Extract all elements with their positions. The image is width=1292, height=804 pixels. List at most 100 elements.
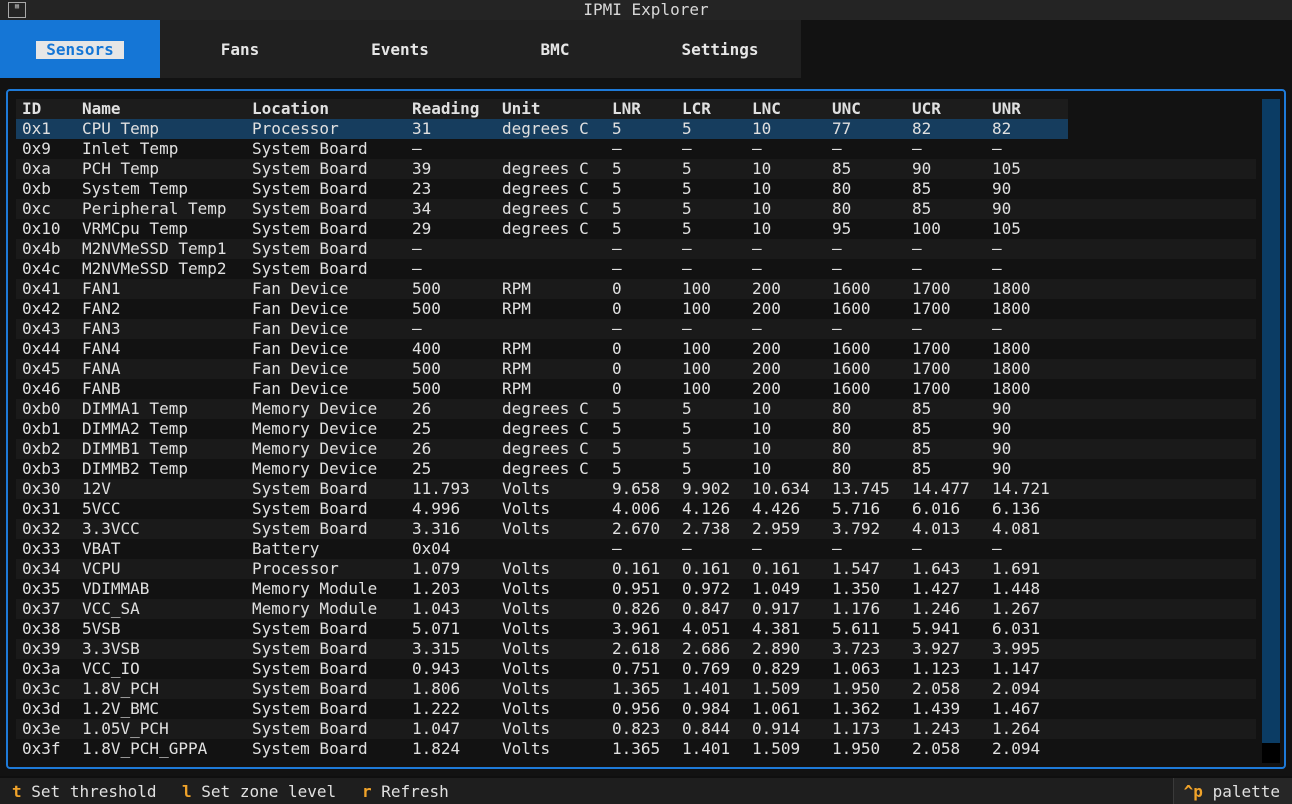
table-cell: 2.959 bbox=[752, 519, 801, 538]
command-palette-button[interactable]: ^p palette bbox=[1172, 778, 1292, 804]
table-row[interactable]: 0x44 FAN4 Fan Device 400 RPM 0 100 200 1600 1700 1… bbox=[16, 339, 1256, 359]
table-row[interactable]: 0x37 VCC_SA Memory Module 1.043 Volts 0.826 0.… bbox=[16, 599, 1256, 619]
table-row[interactable]: 0x3e 1.05V_PCH System Board 1.047 Volts 0.823… bbox=[16, 719, 1256, 739]
table-cell: 5.611 bbox=[832, 619, 881, 638]
column-header[interactable]: Name bbox=[82, 99, 121, 119]
binding-key: ^p bbox=[1183, 782, 1203, 801]
column-header[interactable]: UCR bbox=[912, 99, 941, 119]
table-cell: FAN1 bbox=[82, 279, 121, 298]
table-cell: 0.943 bbox=[412, 659, 461, 678]
table-row[interactable]: 0xb2 DIMMB1 Temp Memory Device 26 degrees C 5… bbox=[16, 439, 1256, 459]
column-header[interactable]: UNR bbox=[992, 99, 1021, 119]
binding-refresh[interactable]: r Refresh bbox=[362, 778, 449, 804]
table-row[interactable]: 0xb System Temp System Board 23 degrees C 5 5 1… bbox=[16, 179, 1256, 199]
table-cell: System Board bbox=[252, 699, 368, 718]
table-cell: Volts bbox=[502, 519, 551, 538]
column-header[interactable]: LNC bbox=[752, 99, 781, 119]
table-row[interactable]: 0x34 VCPU Processor 1.079 Volts 0.161 0.161 0.1… bbox=[16, 559, 1256, 579]
binding-key: r bbox=[362, 782, 372, 801]
table-row[interactable]: 0x4b M2NVMeSSD Temp1 System Board – – – – – – – bbox=[16, 239, 1256, 259]
table-cell: System Board bbox=[252, 259, 368, 278]
table-row[interactable]: 0x3c 1.8V_PCH System Board 1.806 Volts 1.365 1… bbox=[16, 679, 1256, 699]
table-row[interactable]: 0x3a VCC_IO System Board 0.943 Volts 0.751 0.7… bbox=[16, 659, 1256, 679]
table-row-selected[interactable]: 0x1 CPU Temp Processor 31 degrees C 5 5 10 77 82 8… bbox=[16, 119, 1068, 139]
table-cell: 1800 bbox=[992, 299, 1031, 318]
column-header[interactable]: UNC bbox=[832, 99, 861, 119]
table-cell: 1.950 bbox=[832, 679, 881, 698]
table-cell: 1.467 bbox=[992, 699, 1041, 718]
table-cell: 1.401 bbox=[682, 679, 731, 698]
table-row[interactable]: 0xb3 DIMMB2 Temp Memory Device 25 degrees C 5… bbox=[16, 459, 1256, 479]
table-cell: 3.3VSB bbox=[82, 639, 140, 658]
table-cell: 2.618 bbox=[612, 639, 661, 658]
table-cell: – bbox=[682, 539, 692, 558]
table-row[interactable]: 0x43 FAN3 Fan Device – – – – – – – bbox=[16, 319, 1256, 339]
tab-sensors[interactable]: Sensors bbox=[0, 20, 160, 78]
table-cell: 0.161 bbox=[612, 559, 661, 578]
table-cell: 10 bbox=[752, 419, 772, 438]
tab-settings[interactable]: Settings bbox=[630, 20, 810, 78]
table-cell: 1.8V_PCH_GPPA bbox=[82, 739, 208, 758]
table-row[interactable]: 0x35 VDIMMAB Memory Module 1.203 Volts 0.951 0… bbox=[16, 579, 1256, 599]
table-cell: – bbox=[912, 139, 922, 158]
table-cell: 1.509 bbox=[752, 679, 801, 698]
table-cell: 5 bbox=[612, 399, 622, 418]
table-row[interactable]: 0x30 12V System Board 11.793 Volts 9.658 9.902… bbox=[16, 479, 1256, 499]
table-row[interactable]: 0x9 Inlet Temp System Board – – – – – – – bbox=[16, 139, 1256, 159]
table-row[interactable]: 0x39 3.3VSB System Board 3.315 Volts 2.618 2.6… bbox=[16, 639, 1256, 659]
table-cell: 0x3a bbox=[22, 659, 61, 678]
sensor-table[interactable]: ID Name Location Reading Unit LNR LCR LNC UNC UCR… bbox=[16, 99, 1256, 759]
table-cell: Fan Device bbox=[252, 379, 349, 398]
table-row[interactable]: 0x10 VRMCpu Temp System Board 29 degrees C 5 5… bbox=[16, 219, 1256, 239]
table-row[interactable]: 0x33 VBAT Battery 0x04 – – – – – – bbox=[16, 539, 1256, 559]
table-row[interactable]: 0xb1 DIMMA2 Temp Memory Device 25 degrees C 5… bbox=[16, 419, 1256, 439]
table-row[interactable]: 0x41 FAN1 Fan Device 500 RPM 0 100 200 1600 1700 1… bbox=[16, 279, 1256, 299]
table-cell: 1.362 bbox=[832, 699, 881, 718]
table-cell: 5 bbox=[612, 219, 622, 238]
scrollbar[interactable] bbox=[1262, 99, 1280, 763]
binding-set-threshold[interactable]: t Set threshold bbox=[12, 778, 157, 804]
table-cell: DIMMA2 Temp bbox=[82, 419, 188, 438]
table-cell: 0xb0 bbox=[22, 399, 61, 418]
table-cell: 0x35 bbox=[22, 579, 61, 598]
table-cell: – bbox=[612, 259, 622, 278]
column-header[interactable]: LCR bbox=[682, 99, 711, 119]
table-row[interactable]: 0xc Peripheral Temp System Board 34 degrees … bbox=[16, 199, 1256, 219]
table-cell: 2.738 bbox=[682, 519, 731, 538]
scrollbar-thumb[interactable] bbox=[1262, 743, 1280, 763]
table-row[interactable]: 0x3f 1.8V_PCH_GPPA System Board 1.824 Volts 1… bbox=[16, 739, 1256, 759]
table-row[interactable]: 0x42 FAN2 Fan Device 500 RPM 0 100 200 1600 1700 1… bbox=[16, 299, 1256, 319]
table-row[interactable]: 0x4c M2NVMeSSD Temp2 System Board – – – – – – – bbox=[16, 259, 1256, 279]
table-row[interactable]: 0x32 3.3VCC System Board 3.316 Volts 2.670 2.7… bbox=[16, 519, 1256, 539]
column-header[interactable]: Reading bbox=[412, 99, 479, 119]
binding-set-zone-level[interactable]: l Set zone level bbox=[182, 778, 336, 804]
table-row[interactable]: 0xb0 DIMMA1 Temp Memory Device 26 degrees C 5… bbox=[16, 399, 1256, 419]
table-row[interactable]: 0x3d 1.2V_BMC System Board 1.222 Volts 0.956 0… bbox=[16, 699, 1256, 719]
binding-key: t bbox=[12, 782, 22, 801]
column-header[interactable]: ID bbox=[22, 99, 41, 119]
table-cell: 34 bbox=[412, 199, 432, 218]
tab-bmc[interactable]: BMC bbox=[480, 20, 630, 78]
table-row[interactable]: 0x46 FANB Fan Device 500 RPM 0 100 200 1600 1700 1… bbox=[16, 379, 1256, 399]
table-cell: degrees C bbox=[502, 159, 589, 178]
table-cell: 1700 bbox=[912, 339, 951, 358]
table-cell: Processor bbox=[252, 119, 339, 138]
table-cell: 0x3c bbox=[22, 679, 61, 698]
table-cell: 0x42 bbox=[22, 299, 61, 318]
table-cell: 85 bbox=[912, 439, 932, 458]
tab-fans[interactable]: Fans bbox=[160, 20, 320, 78]
table-row[interactable]: 0x31 5VCC System Board 4.996 Volts 4.006 4.126… bbox=[16, 499, 1256, 519]
table-cell: System Board bbox=[252, 499, 368, 518]
table-cell: 1.401 bbox=[682, 739, 731, 758]
table-row[interactable]: 0xa PCH Temp System Board 39 degrees C 5 5 10 85… bbox=[16, 159, 1256, 179]
table-row[interactable]: 0x38 5VSB System Board 5.071 Volts 3.961 4.051… bbox=[16, 619, 1256, 639]
column-header[interactable]: Unit bbox=[502, 99, 541, 119]
column-header[interactable]: LNR bbox=[612, 99, 641, 119]
table-cell: 2.058 bbox=[912, 739, 961, 758]
table-cell: 0x38 bbox=[22, 619, 61, 638]
column-header[interactable]: Location bbox=[252, 99, 329, 119]
table-cell: 0xa bbox=[22, 159, 51, 178]
table-cell: 1.243 bbox=[912, 719, 961, 738]
tab-events[interactable]: Events bbox=[320, 20, 480, 78]
table-row[interactable]: 0x45 FANA Fan Device 500 RPM 0 100 200 1600 1700 1… bbox=[16, 359, 1256, 379]
